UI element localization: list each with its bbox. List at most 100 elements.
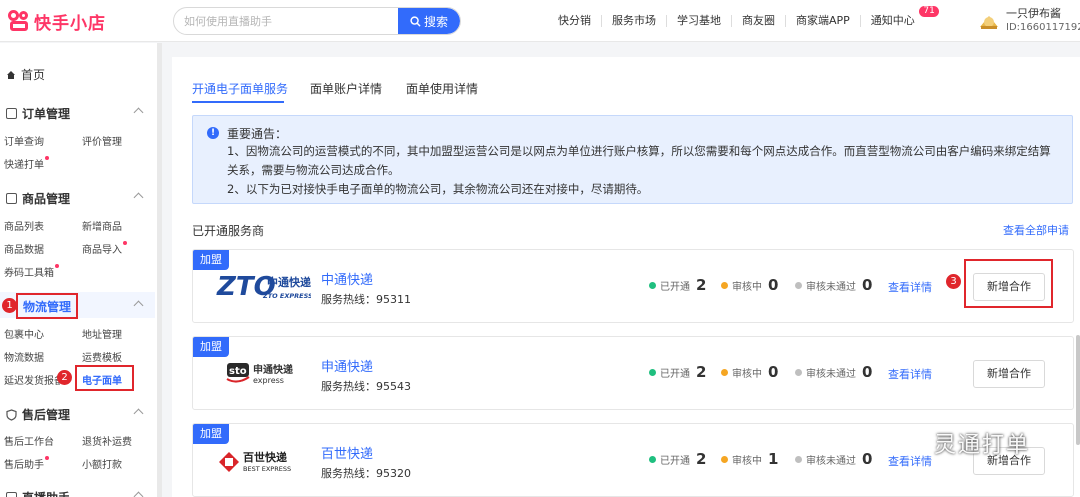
sidebar-item-aftersale-workbench[interactable]: 售后工作台	[4, 433, 54, 448]
nav-kuaifenxiao[interactable]: 快分销	[548, 15, 602, 27]
sidebar-group-label: 商品管理	[22, 192, 71, 206]
sidebar-item-label: 快递打单	[4, 160, 44, 171]
step-marker-1: 1	[2, 298, 17, 313]
courier-name[interactable]: 中通快递	[321, 269, 373, 288]
status-dot-grey	[795, 455, 802, 463]
sidebar-item-delay-report[interactable]: 延迟发货报备	[4, 372, 60, 387]
sidebar-item-return-freight[interactable]: 退货补运费	[82, 433, 132, 448]
sidebar-item-address[interactable]: 地址管理	[82, 326, 122, 341]
sidebar-item-order-query[interactable]: 订单查询	[4, 133, 44, 148]
sidebar-item-label: 商品导入	[82, 245, 122, 256]
step-marker-3: 3	[946, 274, 961, 289]
sidebar-item-goods-data[interactable]: 商品数据	[4, 241, 44, 256]
section-title: 已开通服务商	[192, 224, 265, 238]
stat-label: 审核中	[732, 281, 762, 293]
sidebar-item-goods-list[interactable]: 商品列表	[4, 218, 44, 233]
sidebar-item-add-goods[interactable]: 新增商品	[82, 218, 122, 233]
franchise-tag: 加盟	[193, 424, 229, 444]
chevron-up-icon	[133, 192, 144, 203]
courier-hotline: 服务热线：95311	[321, 293, 411, 306]
svg-text:中通快递: 中通快递	[267, 275, 311, 289]
sidebar-group-label: 订单管理	[22, 107, 71, 121]
red-dot	[45, 456, 49, 460]
notice-title: 重要通告：	[227, 127, 288, 141]
sidebar-item-freight-template[interactable]: 运费模板	[82, 349, 122, 364]
search-button[interactable]: 搜索	[398, 8, 460, 34]
red-dot	[55, 264, 59, 268]
stat-opened: 已开通 2	[649, 276, 706, 294]
sidebar: 首页 订单管理 订单查询 评价管理 快递打单 商品管理 商品列表 新增商品 商品…	[0, 43, 157, 497]
sidebar-group-order[interactable]: 订单管理	[6, 105, 144, 122]
view-details-link[interactable]: 查看详情	[888, 279, 932, 295]
svg-text:express: express	[253, 376, 284, 385]
sidebar-group-aftersale[interactable]: 售后管理	[6, 406, 144, 423]
kuaishou-logo-icon	[8, 10, 30, 32]
sidebar-scrollbar[interactable]	[157, 43, 162, 497]
view-all-applications-link[interactable]: 查看全部申请	[1003, 222, 1069, 238]
nav-merchant-app[interactable]: 商家端APP	[786, 15, 861, 27]
sidebar-item-home[interactable]: 首页	[6, 66, 45, 83]
view-details-link[interactable]: 查看详情	[888, 366, 932, 382]
tab-waybill-usage[interactable]: 面单使用详情	[406, 80, 478, 97]
stat-opened: 已开通 2	[649, 363, 707, 381]
sidebar-group-live[interactable]: 直播助手	[6, 489, 144, 497]
courier-name[interactable]: 百世快递	[321, 443, 373, 462]
sidebar-group-goods[interactable]: 商品管理	[6, 190, 144, 207]
svg-text:百世快递: 百世快递	[243, 450, 287, 464]
chevron-up-icon	[133, 300, 144, 311]
sidebar-item-aftersale-assistant[interactable]: 售后助手	[4, 456, 49, 471]
tab-bar: 开通电子面单服务 面单账户详情 面单使用详情	[172, 57, 1080, 103]
user-id: ID:1660117192	[1006, 22, 1080, 33]
sidebar-group-label: 直播助手	[22, 489, 70, 497]
stat-reviewing: 审核中 0	[721, 276, 778, 294]
status-dot-orange	[721, 455, 728, 463]
tab-waybill-account[interactable]: 面单账户详情	[310, 80, 382, 97]
status-dot-grey	[795, 368, 802, 376]
red-dot	[123, 241, 127, 245]
nav-learning-base[interactable]: 学习基地	[667, 15, 732, 27]
sto-logo-icon: sto 申通快递 express	[226, 363, 293, 385]
search-input[interactable]	[174, 8, 400, 34]
sidebar-item-express-print[interactable]: 快递打单	[4, 156, 49, 171]
info-icon: !	[207, 127, 219, 139]
status-dot-green	[649, 281, 656, 289]
courier-card-sto: 加盟 sto 申通快递 express 申通快递 服务热线：95543 已开通 2…	[192, 336, 1074, 410]
stat-value: 2	[696, 450, 707, 468]
red-dot	[45, 156, 49, 160]
goods-icon	[6, 193, 17, 204]
sidebar-item-review[interactable]: 评价管理	[82, 133, 122, 148]
svg-text:申通快递: 申通快递	[253, 363, 293, 376]
chevron-up-icon	[133, 408, 144, 419]
stat-rejected: 审核未通过 0	[795, 276, 872, 294]
status-dot-orange	[721, 368, 728, 376]
logo[interactable]: 快手小店	[8, 9, 106, 34]
sidebar-home-label: 首页	[21, 68, 46, 82]
status-dot-green	[649, 368, 656, 376]
svg-text:sto: sto	[229, 366, 247, 377]
search-button-label: 搜索	[423, 14, 448, 29]
main-scrollbar[interactable]	[1076, 335, 1080, 445]
notice-line-3: 2、以下为已对接快手电子面单的物流公司，其余物流公司还在对接中，尽请期待。	[227, 182, 649, 196]
highlight-box-waybill	[75, 365, 134, 391]
nav-merchant-circle[interactable]: 商友圈	[732, 15, 786, 27]
stat-value: 0	[768, 363, 779, 381]
nav-service-market[interactable]: 服务市场	[602, 15, 667, 27]
sidebar-item-goods-import[interactable]: 商品导入	[82, 241, 127, 256]
sidebar-item-logistics-data[interactable]: 物流数据	[4, 349, 44, 364]
sidebar-item-package-center[interactable]: 包裹中心	[4, 326, 44, 341]
order-icon	[6, 108, 17, 119]
courier-name[interactable]: 申通快递	[321, 356, 373, 375]
courier-card-zto: 加盟 ZTO 中通快递 ZTO EXPRESS 中通快递 服务热线：95311 …	[192, 249, 1074, 323]
tab-open-waybill-service[interactable]: 开通电子面单服务	[192, 80, 288, 97]
sidebar-item-coupon-tools[interactable]: 券码工具箱	[4, 264, 59, 279]
user-menu[interactable]: 一只伊布酱 ID:1660117192	[978, 6, 1080, 36]
add-cooperation-button[interactable]: 新增合作	[973, 360, 1045, 388]
nav-notification-center[interactable]: 通知中心 71	[861, 6, 939, 27]
stat-value: 2	[696, 363, 707, 381]
highlight-box-logistics	[16, 293, 78, 319]
user-name: 一只伊布酱	[1006, 7, 1061, 20]
live-icon	[6, 492, 17, 497]
sidebar-item-small-payment[interactable]: 小额打款	[82, 456, 122, 471]
chevron-up-icon	[133, 107, 144, 118]
watermark: 灵通打单	[888, 427, 1030, 459]
